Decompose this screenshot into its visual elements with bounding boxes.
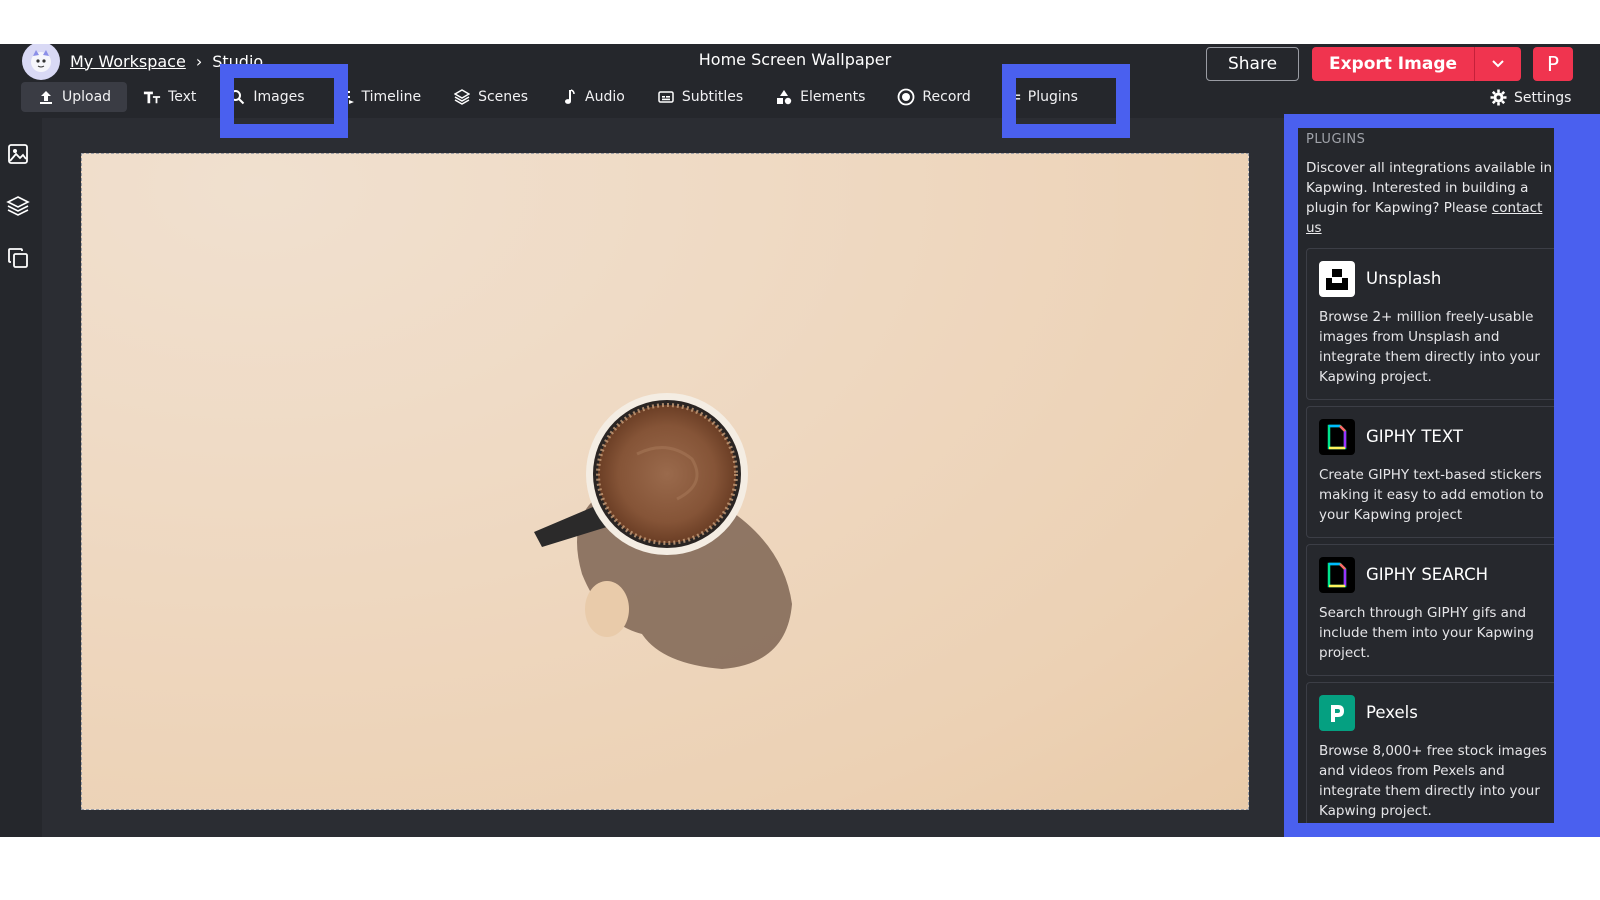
elements-tool-button[interactable]: Elements — [759, 82, 881, 112]
profile-button[interactable]: P — [1533, 47, 1573, 81]
pexels-logo — [1319, 695, 1355, 731]
shapes-icon — [775, 88, 793, 106]
layers-icon[interactable] — [6, 194, 30, 218]
scenes-tool-label: Scenes — [478, 89, 529, 105]
image-icon[interactable] — [6, 142, 30, 166]
chevron-down-icon — [1492, 60, 1504, 68]
unsplash-logo — [1319, 261, 1355, 297]
subtitles-tool-button[interactable]: Subtitles — [641, 82, 759, 112]
plugin-name: GIPHY SEARCH — [1366, 565, 1489, 584]
export-button-group: Export Image — [1312, 47, 1521, 81]
project-title[interactable]: Home Screen Wallpaper — [600, 50, 990, 69]
editor-app: My Workspace › Studio Home Screen Wallpa… — [0, 44, 1600, 837]
plugin-card-giphy-search[interactable]: GIPHY SEARCH Search through GIPHY gifs a… — [1306, 544, 1554, 676]
settings-label: Settings — [1514, 89, 1572, 106]
plugin-description: Browse 2+ million freely-usable images f… — [1319, 309, 1540, 385]
share-button[interactable]: Share — [1206, 47, 1299, 81]
audio-tool-label: Audio — [585, 89, 625, 105]
text-tool-label: Text — [168, 89, 197, 105]
upload-label: Upload — [62, 89, 112, 105]
left-sidebar — [0, 118, 42, 837]
subtitles-icon — [657, 88, 675, 106]
plugins-panel: PLUGINS Discover all integrations availa… — [1284, 114, 1600, 837]
plugin-description: Browse 8,000+ free stock images and vide… — [1319, 743, 1547, 819]
editor-canvas[interactable] — [81, 153, 1249, 810]
upload-button[interactable]: Upload — [21, 82, 128, 112]
giphy-logo — [1319, 419, 1355, 455]
plugin-card-giphy-text[interactable]: GIPHY TEXT Create GIPHY text-based stick… — [1306, 406, 1554, 538]
plugins-highlight — [1002, 64, 1130, 138]
copy-icon[interactable] — [6, 246, 30, 270]
avatar[interactable] — [22, 44, 60, 80]
upload-icon — [37, 88, 55, 106]
export-image-button[interactable]: Export Image — [1312, 47, 1475, 81]
plugin-card-pexels[interactable]: Pexels Browse 8,000+ free stock images a… — [1306, 682, 1554, 823]
giphy-logo — [1319, 557, 1355, 593]
music-note-icon — [560, 88, 578, 106]
toolbar: Upload Text Images Timeline Scenes Audio — [21, 82, 1094, 112]
text-icon — [143, 88, 161, 106]
plugin-name: Pexels — [1366, 703, 1418, 722]
audio-tool-button[interactable]: Audio — [544, 82, 641, 112]
plugin-description: Search through GIPHY gifs and include th… — [1319, 605, 1534, 661]
scenes-tool-button[interactable]: Scenes — [437, 82, 544, 112]
export-options-button[interactable] — [1475, 47, 1521, 81]
layers-icon — [453, 88, 471, 106]
timeline-tool-label: Timeline — [361, 89, 422, 105]
plugins-heading: PLUGINS — [1306, 132, 1366, 147]
gear-icon — [1490, 89, 1507, 106]
record-icon — [897, 88, 915, 106]
plugin-description: Create GIPHY text-based stickers making … — [1319, 467, 1544, 523]
images-highlight — [220, 64, 348, 138]
plugins-panel-content[interactable]: PLUGINS Discover all integrations availa… — [1298, 128, 1554, 823]
plugins-description: Discover all integrations available in K… — [1306, 158, 1554, 238]
record-tool-label: Record — [922, 89, 971, 105]
plugin-name: GIPHY TEXT — [1366, 427, 1463, 446]
text-tool-button[interactable]: Text — [127, 82, 212, 112]
settings-button[interactable]: Settings — [1490, 89, 1571, 106]
plugin-card-unsplash[interactable]: Unsplash Browse 2+ million freely-usable… — [1306, 248, 1554, 400]
coffee-cup-image — [534, 393, 792, 669]
plugin-name: Unsplash — [1366, 269, 1442, 288]
elements-tool-label: Elements — [800, 89, 866, 105]
breadcrumb-separator: › — [195, 51, 203, 71]
record-tool-button[interactable]: Record — [881, 82, 986, 112]
subtitles-tool-label: Subtitles — [681, 89, 744, 105]
workspace-link[interactable]: My Workspace — [70, 52, 186, 71]
